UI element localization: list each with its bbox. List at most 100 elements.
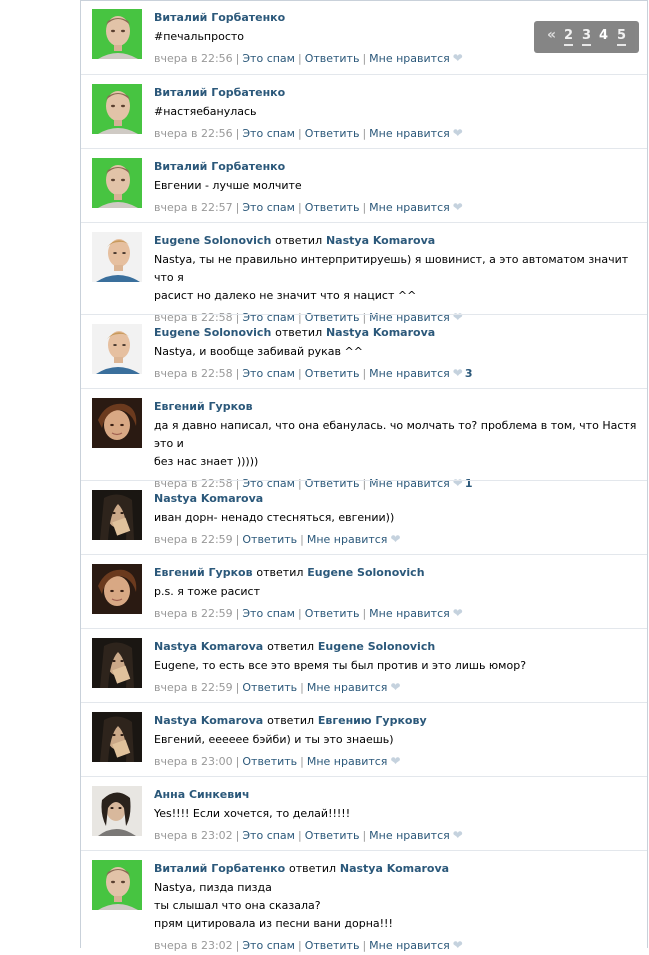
brown-hair-avatar[interactable]	[92, 398, 142, 448]
like-link[interactable]: Мне нравится	[369, 52, 450, 65]
like-link[interactable]: Мне нравится	[369, 127, 450, 140]
comment-time[interactable]: вчера в 22:57	[154, 201, 233, 214]
heart-icon[interactable]: ❤	[450, 126, 463, 140]
replied-to-link[interactable]: Евгению Гуркову	[318, 714, 427, 727]
comment-meta: вчера в 22:59 | Это спам | Ответить | Мне нрав…	[154, 604, 639, 622]
pager-prev-arrow[interactable]: «	[547, 27, 556, 43]
author-name-link[interactable]: Nastya Komarova	[154, 492, 263, 505]
heart-icon[interactable]: ❤	[450, 366, 463, 380]
spam-link[interactable]: Это спам	[242, 939, 295, 952]
meta-separator: |	[235, 939, 240, 952]
replied-to-link[interactable]: Nastya Komarova	[326, 326, 435, 339]
reply-link[interactable]: Ответить	[242, 533, 297, 546]
green-guy-avatar[interactable]	[92, 158, 142, 208]
reply-link[interactable]: Ответить	[305, 367, 360, 380]
like-link[interactable]: Мне нравится	[307, 755, 388, 768]
heart-icon[interactable]: ❤	[387, 532, 400, 546]
heart-icon[interactable]: ❤	[450, 828, 463, 842]
spam-link[interactable]: Это спам	[242, 52, 295, 65]
blond-guy-avatar[interactable]	[92, 232, 142, 282]
comment-meta: вчера в 23:00 | Ответить | Мне нравится ❤	[154, 752, 639, 770]
author-name-link[interactable]: Eugene Solonovich	[154, 326, 271, 339]
reply-link[interactable]: Ответить	[305, 127, 360, 140]
spam-link[interactable]: Это спам	[242, 201, 295, 214]
pager-page-3[interactable]: 3	[582, 28, 592, 46]
author-name-link[interactable]: Виталий Горбатенко	[154, 160, 285, 173]
author-name-link[interactable]: Виталий Горбатенко	[154, 11, 285, 24]
author-name-link[interactable]: Евгений Гурков	[154, 400, 253, 413]
reply-link[interactable]: Ответить	[305, 607, 360, 620]
comment-time[interactable]: вчера в 23:02	[154, 939, 233, 952]
comment-time[interactable]: вчера в 22:56	[154, 52, 233, 65]
replied-to-link[interactable]: Nastya Komarova	[326, 234, 435, 247]
heart-icon[interactable]: ❤	[387, 754, 400, 768]
green-guy-avatar[interactable]	[92, 84, 142, 134]
replied-label: ответил	[275, 326, 323, 339]
author-name-link[interactable]: Анна Синкевич	[154, 788, 250, 801]
comment-item: Виталий Горбатенко Евгении - лучше молчит…	[81, 148, 647, 222]
author-name-link[interactable]: Nastya Komarova	[154, 640, 263, 653]
replied-label: ответил	[256, 566, 304, 579]
comment-header: Евгений Гурков	[154, 399, 639, 417]
replied-to-link[interactable]: Eugene Solonovich	[318, 640, 435, 653]
dark-girl-avatar[interactable]	[92, 490, 142, 540]
comment-text-line: #настяебанулась	[154, 105, 257, 118]
comment-header: Виталий Горбатенко ответил Nastya Komaro…	[154, 861, 639, 879]
brown-hair-avatar[interactable]	[92, 564, 142, 614]
like-link[interactable]: Мне нравится	[307, 681, 388, 694]
comment-text-line: Eugene, то есть все это время ты был про…	[154, 659, 527, 672]
comment-item: Евгений Гурков ответил Eugene Solonovich…	[81, 554, 647, 628]
heart-icon[interactable]: ❤	[450, 938, 463, 952]
comment-time[interactable]: вчера в 22:58	[154, 367, 233, 380]
author-name-link[interactable]: Nastya Komarova	[154, 714, 263, 727]
spam-link[interactable]: Это спам	[242, 127, 295, 140]
comment-text-line: p.s. я тоже расист	[154, 585, 261, 598]
like-link[interactable]: Мне нравится	[369, 607, 450, 620]
comment-time[interactable]: вчера в 23:02	[154, 829, 233, 842]
comment-body: Nastya Komarova ответил Eugene Solonovic…	[154, 639, 639, 696]
blond-guy-avatar[interactable]	[92, 324, 142, 374]
comment-time[interactable]: вчера в 23:00	[154, 755, 233, 768]
comment-time[interactable]: вчера в 22:59	[154, 533, 233, 546]
green-guy-avatar[interactable]	[92, 9, 142, 59]
author-name-link[interactable]: Виталий Горбатенко	[154, 862, 285, 875]
comment-text-line: да я давно написал, что она ебанулась. ч…	[154, 419, 637, 450]
dark-girl-avatar[interactable]	[92, 712, 142, 762]
like-link[interactable]: Мне нравится	[369, 829, 450, 842]
reply-link[interactable]: Ответить	[242, 681, 297, 694]
reply-link[interactable]: Ответить	[305, 201, 360, 214]
heart-icon[interactable]: ❤	[450, 51, 463, 65]
heart-icon[interactable]: ❤	[387, 680, 400, 694]
comment-text-line: без нас знает )))))	[154, 455, 259, 468]
spam-link[interactable]: Это спам	[242, 829, 295, 842]
anna-avatar[interactable]	[92, 786, 142, 836]
green-guy-avatar[interactable]	[92, 860, 142, 910]
comment-time[interactable]: вчера в 22:59	[154, 681, 233, 694]
dark-girl-avatar[interactable]	[92, 638, 142, 688]
like-link[interactable]: Мне нравится	[369, 939, 450, 952]
comment-time[interactable]: вчера в 22:59	[154, 607, 233, 620]
spam-link[interactable]: Это спам	[242, 367, 295, 380]
pager-page-5[interactable]: 5	[617, 28, 627, 46]
like-link[interactable]: Мне нравится	[369, 201, 450, 214]
author-name-link[interactable]: Виталий Горбатенко	[154, 86, 285, 99]
spam-link[interactable]: Это спам	[242, 607, 295, 620]
heart-icon[interactable]: ❤	[450, 606, 463, 620]
like-count: 3	[464, 367, 473, 380]
reply-link[interactable]: Ответить	[305, 52, 360, 65]
comment-header: Eugene Solonovich ответил Nastya Komarov…	[154, 325, 639, 343]
reply-link[interactable]: Ответить	[305, 939, 360, 952]
reply-link[interactable]: Ответить	[242, 755, 297, 768]
replied-to-link[interactable]: Eugene Solonovich	[307, 566, 424, 579]
pager-page-2[interactable]: 2	[564, 28, 574, 46]
author-name-link[interactable]: Евгений Гурков	[154, 566, 253, 579]
comment-item: Анна Синкевич Yes!!!! Если хочется, то де…	[81, 776, 647, 850]
author-name-link[interactable]: Eugene Solonovich	[154, 234, 271, 247]
meta-separator: |	[362, 367, 367, 380]
like-link[interactable]: Мне нравится	[369, 367, 450, 380]
comment-time[interactable]: вчера в 22:56	[154, 127, 233, 140]
reply-link[interactable]: Ответить	[305, 829, 360, 842]
like-link[interactable]: Мне нравится	[307, 533, 388, 546]
heart-icon[interactable]: ❤	[450, 200, 463, 214]
replied-to-link[interactable]: Nastya Komarova	[340, 862, 449, 875]
